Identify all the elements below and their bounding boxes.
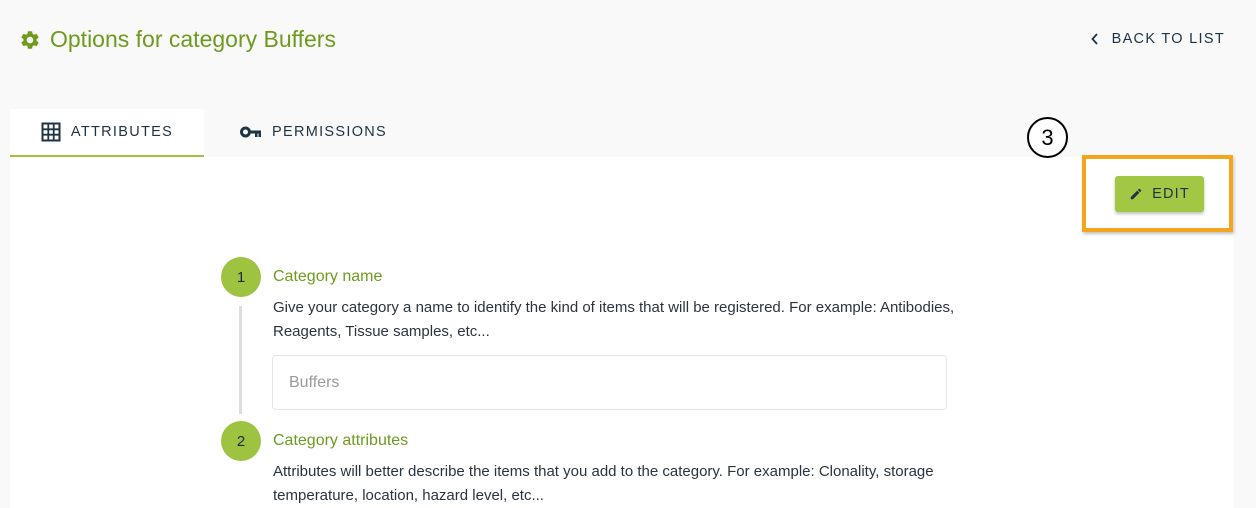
tab-permissions[interactable]: PERMISSIONS (204, 109, 387, 155)
step-title-category-name: Category name (273, 268, 383, 285)
gear-icon (21, 31, 39, 49)
callout-number-badge: 3 (1027, 117, 1068, 158)
step-description-category-attributes: Attributes will better describe the item… (273, 463, 934, 504)
step-title-category-attributes: Category attributes (273, 432, 409, 449)
back-to-list-link[interactable]: BACK TO LIST (1090, 31, 1225, 47)
step-number-2: 2 (221, 421, 261, 461)
category-name-input[interactable] (272, 355, 947, 410)
edit-button-label: EDIT (1152, 186, 1190, 202)
step-connector-line (239, 306, 242, 414)
back-to-list-label: BACK TO LIST (1111, 31, 1225, 47)
tab-permissions-label: PERMISSIONS (272, 124, 388, 140)
tab-attributes[interactable]: ATTRIBUTES (10, 109, 204, 157)
step-number-1: 1 (221, 257, 261, 297)
pencil-icon (1130, 188, 1142, 200)
chevron-left-icon (1090, 33, 1098, 45)
step-description-category-name: Give your category a name to identify th… (273, 299, 955, 340)
page-title: Options for category Buffers (50, 26, 336, 52)
page-header: Options for category Buffers BACK TO LIS… (0, 0, 1256, 80)
key-icon (240, 126, 261, 138)
tab-attributes-label: ATTRIBUTES (70, 124, 174, 140)
grid-icon (41, 122, 61, 142)
edit-button[interactable]: EDIT (1115, 176, 1204, 212)
tab-bar: ATTRIBUTES PERMISSIONS (10, 109, 387, 157)
